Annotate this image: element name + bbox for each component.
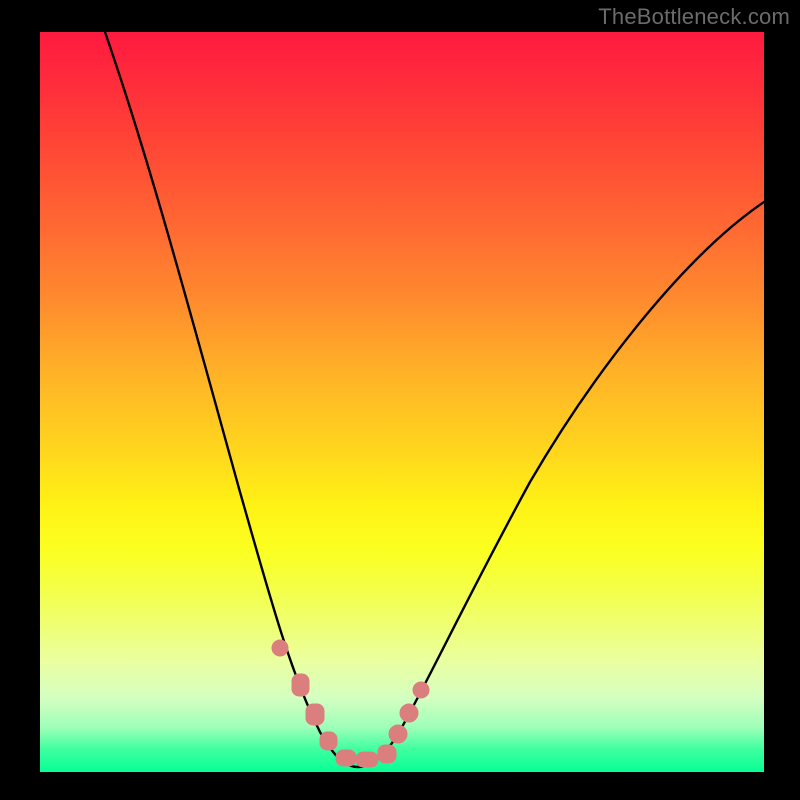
marker-dot <box>336 750 356 766</box>
marker-dot <box>356 752 378 767</box>
watermark-text: TheBottleneck.com <box>598 4 790 30</box>
marker-dot <box>378 745 396 763</box>
marker-dot <box>292 674 309 696</box>
marker-dot <box>272 640 288 656</box>
marker-dot <box>389 725 407 743</box>
marker-dot <box>400 704 418 722</box>
chart-frame: TheBottleneck.com <box>0 0 800 800</box>
marker-dot <box>413 682 429 698</box>
curve-svg <box>40 32 764 772</box>
plot-area <box>40 32 764 772</box>
marker-group <box>272 640 429 767</box>
marker-dot <box>320 732 337 750</box>
marker-dot <box>306 704 324 725</box>
bottleneck-curve-path <box>105 32 764 767</box>
